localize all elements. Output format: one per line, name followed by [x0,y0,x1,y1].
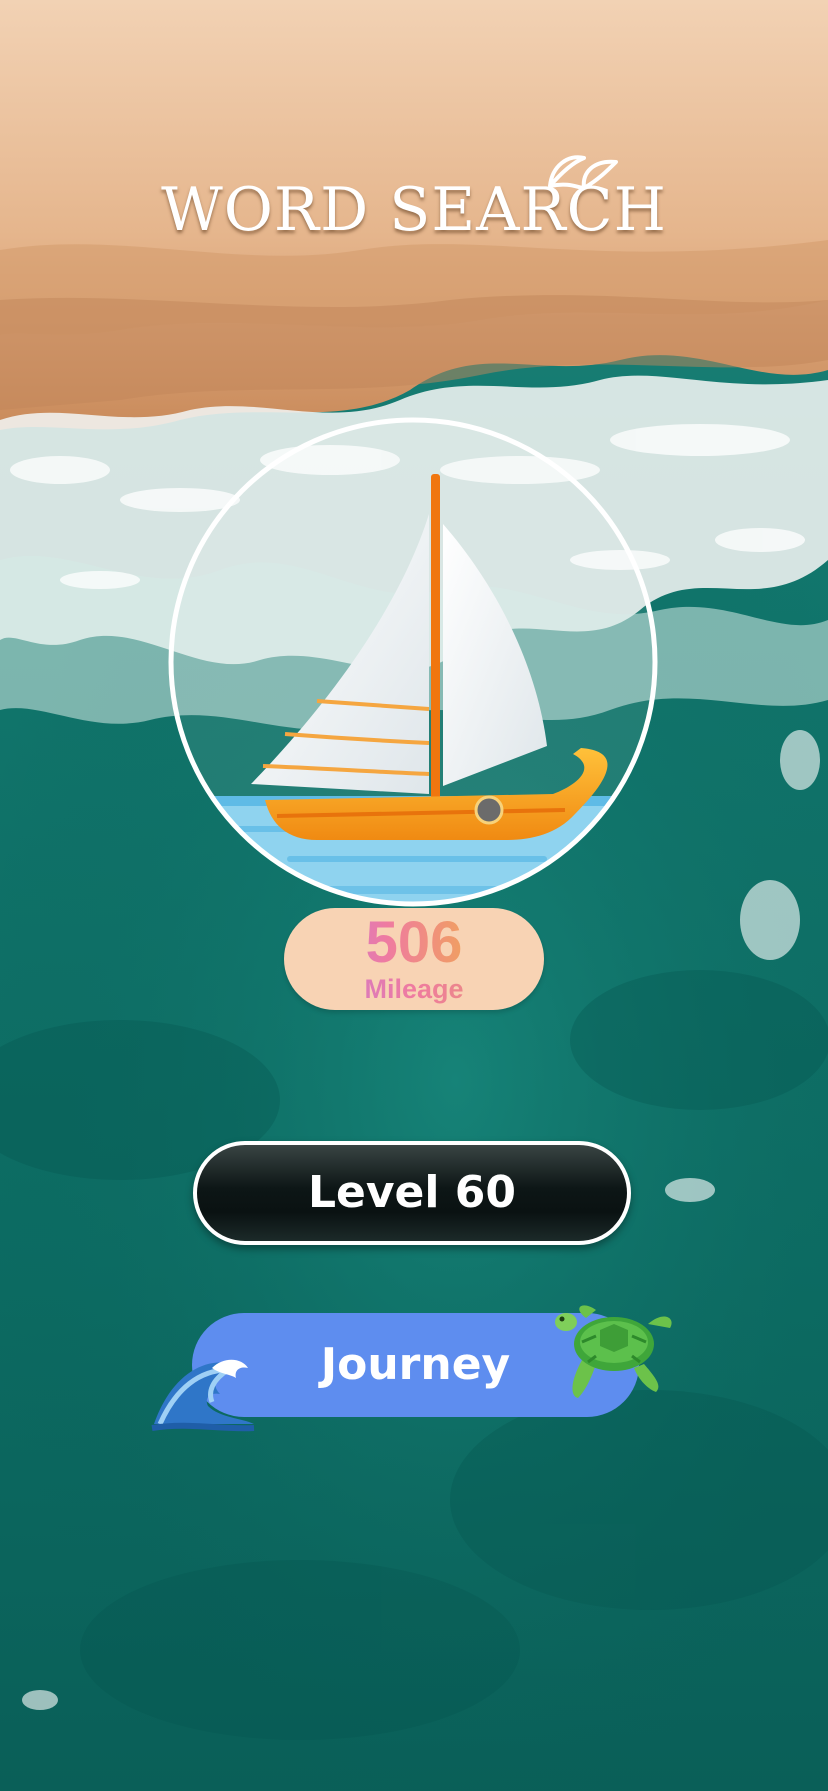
level-button[interactable]: Level 60 [193,1141,631,1245]
mileage-label: Mileage [284,974,544,1004]
mileage-value: 506 [284,912,544,974]
turtle-icon [555,1305,672,1398]
sailboat-icon [168,417,658,907]
ocean-wave-icon [151,1359,255,1432]
sprout-icon [548,155,618,190]
game-title: WORD SEARCH [161,175,667,245]
mileage-badge: 506 Mileage [284,908,544,1010]
